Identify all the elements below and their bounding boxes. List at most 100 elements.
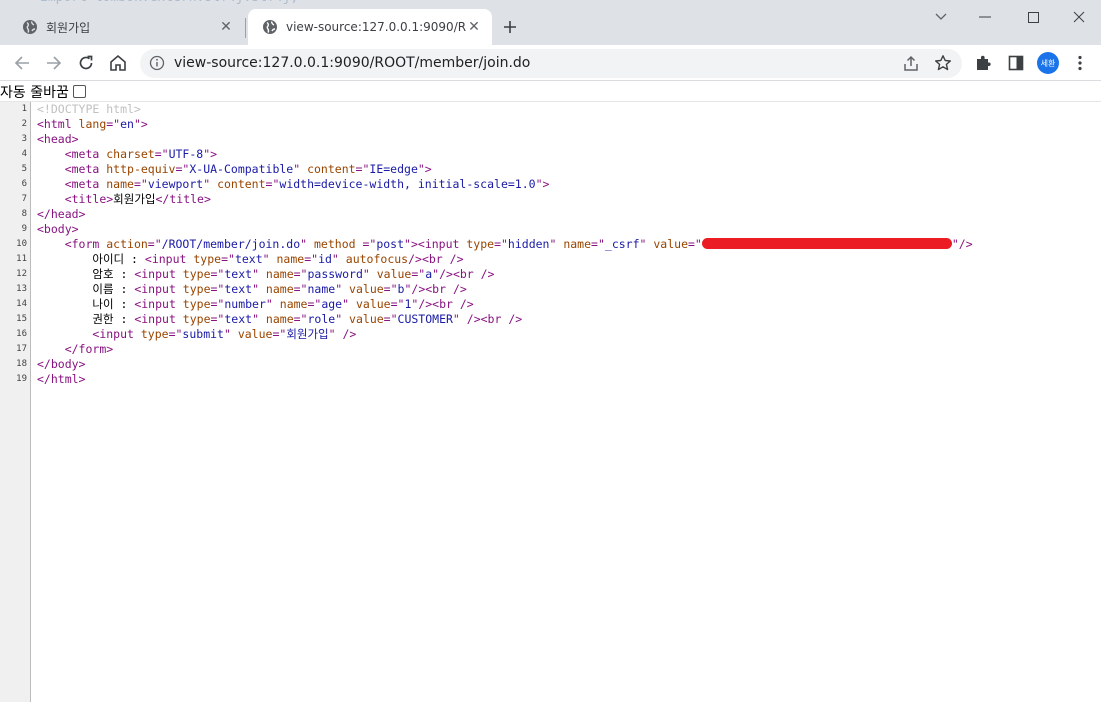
line-code: <meta http-equiv="X-UA-Compatible" conte… <box>31 162 432 177</box>
tab-search-button[interactable] <box>929 5 953 29</box>
close-icon[interactable]: ✕ <box>218 19 234 35</box>
line-wrap-bar: 자동 줄바꿈 <box>0 82 1101 102</box>
tag-token: "/> <box>404 282 426 296</box>
side-panel-icon <box>1008 55 1024 71</box>
tag-token: =" <box>133 177 148 191</box>
profile-initials: 세환 <box>1040 58 1056 68</box>
menu-button[interactable] <box>1068 51 1092 75</box>
tab-join[interactable]: 회원가입 ✕ <box>8 9 244 45</box>
line-number: 2 <box>21 119 27 129</box>
maximize-icon <box>1027 11 1039 23</box>
share-icon[interactable] <box>902 55 920 73</box>
attr-value: en <box>120 117 134 131</box>
tag-token: </html> <box>37 372 86 386</box>
tag-token: =" <box>265 177 280 191</box>
tag-token: =" <box>293 267 308 281</box>
url-text[interactable]: view-source:127.0.0.1:9090/ROOT/member/j… <box>174 55 530 71</box>
tag-token: <meta <box>64 162 107 176</box>
star-icon[interactable] <box>934 54 952 72</box>
line-number: 1 <box>21 104 27 114</box>
tag-token: "/> <box>411 297 433 311</box>
line-number: 19 <box>16 374 27 384</box>
tag-token: <br /> <box>480 312 523 326</box>
tag-token: =" <box>688 237 702 251</box>
maximize-button[interactable] <box>1021 5 1045 29</box>
line-wrap-checkbox[interactable] <box>72 85 86 98</box>
back-icon <box>14 56 29 70</box>
tag-token: <br /> <box>432 297 474 311</box>
line-code: <input type="submit" value="회원가입" /> <box>31 327 356 342</box>
source-line: 18 </body> <box>0 357 1101 372</box>
forward-icon <box>47 56 62 70</box>
attr-name: name <box>265 267 294 281</box>
tag-token: </body> <box>37 357 86 371</box>
source-line: 11 아이디 : <input type="text" name="id" au… <box>0 252 1101 267</box>
side-panel-button[interactable] <box>1004 51 1028 75</box>
profile-avatar[interactable]: 세환 <box>1037 52 1059 74</box>
line-number: 8 <box>21 209 27 219</box>
line-number: 9 <box>21 224 27 234</box>
tag-token: =" <box>293 282 308 296</box>
new-tab-button[interactable] <box>498 15 522 39</box>
plus-icon <box>504 21 516 33</box>
attr-name: value <box>349 312 384 326</box>
tag-token: =" <box>362 237 377 251</box>
info-icon[interactable] <box>149 55 165 71</box>
line-number: 10 <box>16 239 27 249</box>
attr-name: type <box>140 327 169 341</box>
line-code: 권한 : <input type="text" name="role" valu… <box>31 312 522 327</box>
attr-value: text <box>234 252 263 266</box>
tab-separator <box>245 18 246 38</box>
tag-token: =" <box>272 327 287 341</box>
minimize-icon <box>979 16 991 18</box>
tag-token: " <box>252 267 266 281</box>
window-close-icon <box>1073 11 1085 23</box>
tag-token: <html <box>37 117 79 131</box>
tag-token: <input <box>134 312 183 326</box>
forward-button[interactable] <box>42 51 66 75</box>
source-line: 5 <meta http-equiv="X-UA-Compatible" con… <box>0 162 1101 177</box>
attr-value: viewport <box>147 177 204 191</box>
source-line: 15 권한 : <input type="text" name="role" v… <box>0 312 1101 327</box>
tab-view-source[interactable]: view-source:127.0.0.1:9090/ROOT/member/j… <box>248 9 492 45</box>
source-line: 14 나이 : <input type="number" name="age" … <box>0 297 1101 312</box>
attr-value: id <box>318 252 332 266</box>
back-button[interactable] <box>10 51 34 75</box>
attr-value: hidden <box>507 237 550 251</box>
source-line: 12 암호 : <input type="text" name="passwor… <box>0 267 1101 282</box>
attr-name: autofocus <box>345 252 409 266</box>
source-line: 4 <meta charset="UTF-8"> <box>0 147 1101 162</box>
tag-token: " <box>252 282 266 296</box>
reload-icon <box>79 55 93 70</box>
extensions-button[interactable] <box>971 51 995 75</box>
tag-token: <input <box>92 327 141 341</box>
reload-button[interactable] <box>74 51 98 75</box>
tag-token: </form> <box>64 342 114 356</box>
attr-name: value <box>653 237 688 251</box>
address-bar[interactable]: view-source:127.0.0.1:9090/ROOT/member/j… <box>140 49 962 78</box>
source-line: 17 </form> <box>0 342 1101 357</box>
home-button[interactable] <box>106 51 130 75</box>
attr-name: content <box>307 162 356 176</box>
tag-token: <input <box>417 237 467 251</box>
tag-token: <meta <box>64 147 107 161</box>
tag-token: " <box>331 252 346 266</box>
tag-token: =" <box>106 117 121 131</box>
minimize-button[interactable] <box>973 5 997 29</box>
tag-token: "/> <box>432 267 453 281</box>
line-number: 6 <box>21 179 27 189</box>
tag-token: =" <box>147 237 162 251</box>
close-icon[interactable]: ✕ <box>466 19 482 35</box>
window-close-button[interactable] <box>1067 5 1091 29</box>
tag-token: =" <box>591 237 605 251</box>
text-token: 회원가입 <box>113 192 156 206</box>
attr-value: /ROOT/member/join.do <box>161 237 301 251</box>
tag-token: <input <box>134 267 183 281</box>
line-code: <body> <box>31 222 79 237</box>
tag-token: "> <box>535 177 550 191</box>
tag-token: =" <box>304 252 319 266</box>
attr-name: name <box>563 237 592 251</box>
